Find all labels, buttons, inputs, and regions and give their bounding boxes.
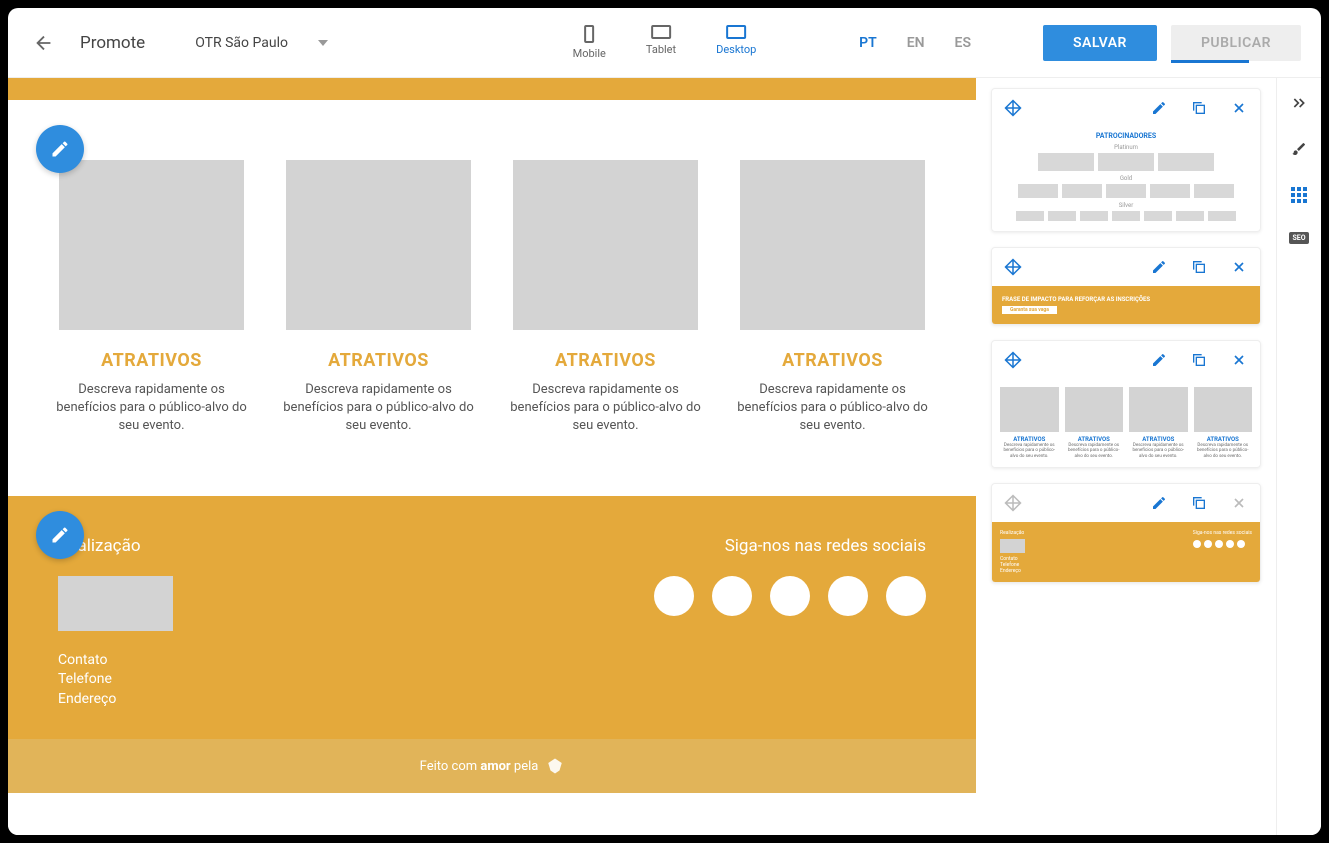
yellow-strip — [8, 78, 976, 100]
panel-header — [992, 248, 1260, 286]
page-title: Promote — [80, 33, 145, 53]
panel-preview: Realização Contato Telefone Endereço Sig… — [992, 522, 1260, 582]
footer-logo — [58, 576, 173, 631]
footer-bottom: Feito com amor pela — [8, 739, 976, 793]
attraction-desc: Descreva rapidamente os benefícios para … — [52, 381, 252, 436]
seo-badge[interactable]: SEO — [1289, 232, 1308, 244]
side-panels[interactable]: PATROCINADORES Platinum Gold Silver — [976, 78, 1276, 835]
lang-en[interactable]: EN — [907, 35, 925, 51]
copy-icon[interactable] — [1190, 258, 1208, 276]
attraction-image — [740, 160, 925, 330]
attraction-card: ATRATIVOS Descreva rapidamente os benefí… — [506, 160, 706, 436]
canvas[interactable]: ATRATIVOS Descreva rapidamente os benefí… — [8, 78, 976, 835]
panel-header — [992, 484, 1260, 522]
back-button[interactable] — [28, 27, 60, 59]
attraction-card: ATRATIVOS Descreva rapidamente os benefí… — [733, 160, 933, 436]
cta-btn-preview: Garanta sua vaga — [1002, 306, 1057, 314]
attraction-title: ATRATIVOS — [733, 350, 933, 371]
device-tablet[interactable]: Tablet — [646, 25, 676, 60]
panel-header — [992, 89, 1260, 127]
close-icon[interactable] — [1230, 258, 1248, 276]
footer-right: Siga-nos nas redes sociais — [654, 536, 926, 616]
move-icon[interactable] — [1004, 258, 1022, 276]
brush-icon[interactable] — [1290, 140, 1308, 158]
social-links — [654, 576, 926, 616]
made-with-text: Feito com amor pela — [420, 759, 539, 774]
attraction-card: ATRATIVOS Descreva rapidamente os benefí… — [279, 160, 479, 436]
device-tabs: Mobile Tablet Desktop — [573, 25, 757, 60]
panel-header — [992, 341, 1260, 379]
save-button[interactable]: SALVAR — [1043, 25, 1157, 61]
edit-footer-fab[interactable] — [36, 511, 84, 559]
attraction-desc: Descreva rapidamente os benefícios para … — [733, 381, 933, 436]
edit-icon[interactable] — [1150, 351, 1168, 369]
lang-es[interactable]: ES — [955, 35, 971, 51]
edit-section-fab[interactable] — [36, 125, 84, 173]
attraction-card: ATRATIVOS Descreva rapidamente os benefí… — [52, 160, 252, 436]
attraction-desc: Descreva rapidamente os benefícios para … — [506, 381, 706, 436]
panel-attractions[interactable]: ATRATIVOSDescreva rapidamente os benefíc… — [991, 340, 1261, 468]
footer-section: Realização Contato Telefone Endereço Sig… — [8, 496, 976, 740]
expand-icon[interactable] — [1290, 94, 1308, 112]
panel-cta[interactable]: FRASE DE IMPACTO PARA REFORÇAR AS INSCRI… — [991, 247, 1261, 325]
attraction-image — [59, 160, 244, 330]
attraction-title: ATRATIVOS — [52, 350, 252, 371]
close-icon[interactable] — [1230, 99, 1248, 117]
edit-icon[interactable] — [1150, 258, 1168, 276]
fox-icon — [546, 757, 564, 775]
lang-pt[interactable]: PT — [859, 35, 877, 51]
copy-icon[interactable] — [1190, 494, 1208, 512]
copy-icon[interactable] — [1190, 99, 1208, 117]
attractions-section: ATRATIVOS Descreva rapidamente os benefí… — [8, 100, 976, 496]
top-buttons: SALVAR PUBLICAR — [1043, 25, 1301, 61]
copy-icon[interactable] — [1190, 351, 1208, 369]
footer-contact: Contato Telefone Endereço — [58, 651, 173, 710]
app-window: Promote OTR São Paulo Mobile Tablet Desk… — [8, 8, 1321, 835]
social-link[interactable] — [654, 576, 694, 616]
tablet-icon — [651, 25, 671, 39]
lang-tabs: PT EN ES — [859, 35, 971, 51]
panel-preview: PATROCINADORES Platinum Gold Silver — [992, 127, 1260, 231]
attraction-image — [286, 160, 471, 330]
move-icon[interactable] — [1004, 99, 1022, 117]
close-icon[interactable] — [1230, 351, 1248, 369]
device-desktop[interactable]: Desktop — [716, 25, 756, 60]
attraction-desc: Descreva rapidamente os benefícios para … — [279, 381, 479, 436]
move-icon — [1004, 494, 1022, 512]
desktop-icon — [726, 25, 746, 39]
footer-left: Realização Contato Telefone Endereço — [58, 536, 173, 710]
panel-footer[interactable]: Realização Contato Telefone Endereço Sig… — [991, 483, 1261, 583]
attraction-title: ATRATIVOS — [279, 350, 479, 371]
footer-top: Realização Contato Telefone Endereço Sig… — [58, 536, 926, 710]
social-link[interactable] — [886, 576, 926, 616]
social-link[interactable] — [712, 576, 752, 616]
attraction-image — [513, 160, 698, 330]
grid-icon[interactable] — [1290, 186, 1308, 204]
publish-button[interactable]: PUBLICAR — [1171, 25, 1301, 61]
panel-sponsors[interactable]: PATROCINADORES Platinum Gold Silver — [991, 88, 1261, 232]
chevron-down-icon — [318, 40, 328, 46]
panel-preview: ATRATIVOSDescreva rapidamente os benefíc… — [992, 379, 1260, 467]
edit-icon[interactable] — [1150, 494, 1168, 512]
tool-rail: SEO — [1276, 78, 1321, 835]
event-dropdown[interactable]: OTR São Paulo — [195, 35, 328, 51]
main-area: ATRATIVOS Descreva rapidamente os benefí… — [8, 78, 1321, 835]
move-icon[interactable] — [1004, 351, 1022, 369]
attraction-title: ATRATIVOS — [506, 350, 706, 371]
close-icon — [1230, 494, 1248, 512]
mobile-icon — [584, 25, 594, 43]
topbar: Promote OTR São Paulo Mobile Tablet Desk… — [8, 8, 1321, 78]
social-title: Siga-nos nas redes sociais — [654, 536, 926, 556]
social-link[interactable] — [770, 576, 810, 616]
dropdown-value: OTR São Paulo — [195, 35, 288, 51]
edit-icon[interactable] — [1150, 99, 1168, 117]
panel-preview: FRASE DE IMPACTO PARA REFORÇAR AS INSCRI… — [992, 286, 1260, 324]
device-mobile[interactable]: Mobile — [573, 25, 606, 60]
social-link[interactable] — [828, 576, 868, 616]
